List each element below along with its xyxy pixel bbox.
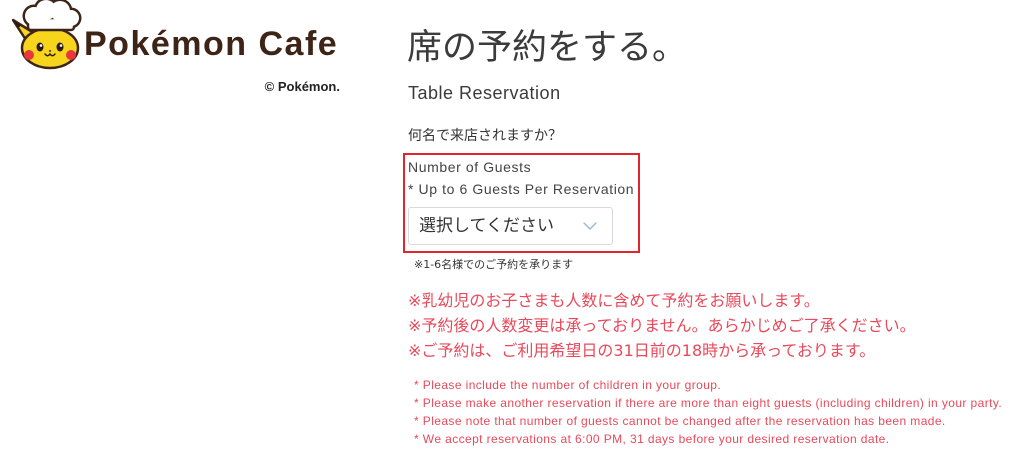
guest-limit-note: * Up to 6 Guests Per Reservation: [408, 181, 635, 197]
guest-count-section: Number of Guests * Up to 6 Guests Per Re…: [403, 153, 640, 253]
page-subtitle: Table Reservation: [408, 83, 561, 103]
notice-ja-booking-window: ※ご予約は、ご利用希望日の31日前の18時から承っております。: [408, 341, 876, 360]
notice-ja-children: ※乳幼児のお子さまも人数に含めて予約をお願いします。: [408, 291, 820, 310]
page-title: 席の予約をする。: [407, 28, 688, 68]
reservation-form: 席の予約をする。 Table Reservation 何名で来店されますか？ N…: [0, 0, 1024, 458]
notice-ja-no-changes: ※予約後の人数変更は承っておりません。あらかじめご了承ください。: [408, 316, 916, 335]
chevron-down-icon: [583, 222, 597, 230]
guest-count-label: Number of Guests: [408, 159, 532, 175]
guest-count-select[interactable]: 選択してください: [408, 207, 613, 245]
notice-en-no-changes: * Please note that number of guests cann…: [414, 414, 946, 428]
guest-question: 何名で来店されますか？: [408, 128, 562, 144]
notice-en-booking-window: * We accept reservations at 6:00 PM, 31 …: [414, 432, 890, 446]
notice-en-large-party: * Please make another reservation if the…: [414, 396, 1003, 410]
guest-count-select-value: 選択してください: [419, 216, 554, 236]
guest-range-note: ※1-6名様でのご予約を承ります: [414, 258, 574, 271]
notice-en-children: * Please include the number of children …: [414, 378, 722, 392]
